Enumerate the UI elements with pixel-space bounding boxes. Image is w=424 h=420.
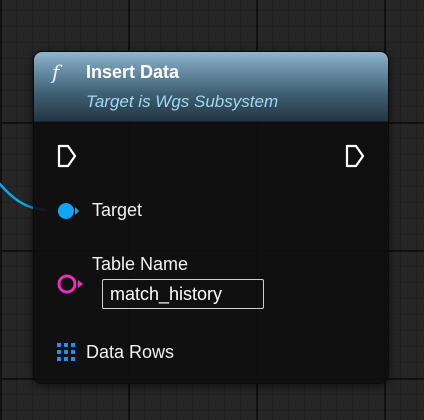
target-pin-icon[interactable] <box>56 200 80 222</box>
target-pin-label: Target <box>92 200 143 220</box>
node-subtitle: Target is Wgs Subsystem <box>86 92 279 111</box>
exec-output-pin-icon[interactable] <box>344 143 366 169</box>
function-icon: f <box>52 60 60 84</box>
array-grid-icon[interactable] <box>56 342 76 362</box>
node-header[interactable]: f Insert Data Target is Wgs Subsystem <box>34 52 388 122</box>
insert-data-node[interactable]: f Insert Data Target is Wgs Subsystem Ta… <box>33 51 389 384</box>
node-title: Insert Data <box>86 62 180 82</box>
table-name-field[interactable] <box>102 279 264 309</box>
table-name-pin-icon[interactable] <box>55 272 85 296</box>
data-rows-label: Data Rows <box>86 342 175 362</box>
exec-input-pin-icon[interactable] <box>56 143 78 169</box>
table-name-label: Table Name <box>92 254 189 274</box>
